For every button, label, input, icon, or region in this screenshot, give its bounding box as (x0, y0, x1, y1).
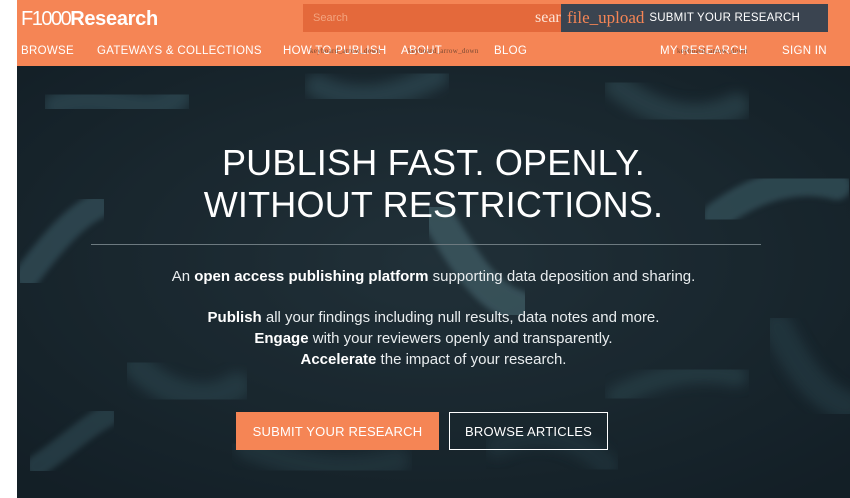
nav-browse[interactable]: BROWSE (21, 45, 74, 57)
file-upload-icon: file_upload (567, 8, 645, 27)
submit-research-header-button[interactable]: file_upload SUBMIT YOUR RESEARCH (561, 4, 828, 32)
logo-text-bold: Research (70, 8, 158, 30)
benefit-publish-bold: Publish (207, 309, 262, 326)
benefit-accelerate: Accelerate the impact of your research. (17, 349, 850, 370)
benefit-publish: Publish all your findings including null… (17, 307, 850, 328)
search-box: search (303, 4, 565, 32)
nav-blog[interactable]: BLOG (494, 45, 527, 57)
benefit-publish-text: all your findings including null results… (261, 309, 660, 326)
benefit-engage-text: with your reviewers openly and transpare… (308, 330, 613, 347)
tagline-suffix: supporting data deposition and sharing. (428, 268, 696, 285)
headline-line-1: PUBLISH FAST. OPENLY. (221, 142, 646, 183)
benefit-accelerate-bold: Accelerate (300, 351, 377, 368)
site-header: F1000Research search file_upload SUBMIT … (17, 0, 850, 66)
submit-research-header-label: SUBMIT YOUR RESEARCH (649, 12, 800, 24)
nav-about[interactable]: ABOUT (401, 45, 442, 57)
browse-articles-button[interactable]: BROWSE ARTICLES (449, 412, 608, 450)
hero-divider (91, 244, 761, 245)
hero-tagline: An open access publishing platform suppo… (17, 268, 850, 285)
search-input[interactable] (303, 4, 535, 32)
benefit-engage-bold: Engage (254, 330, 309, 347)
tagline-highlight: open access publishing platform (194, 268, 429, 285)
nav-how-to-publish[interactable]: HOW TO PUBLISH (283, 45, 386, 57)
nav-my-research[interactable]: MY RESEARCH (660, 45, 747, 57)
benefit-engage: Engage with your reviewers openly and tr… (17, 328, 850, 349)
tagline-prefix: An (171, 268, 195, 285)
benefit-accelerate-text: the impact of your research. (376, 351, 567, 368)
hero-section: PUBLISH FAST. OPENLY. WITHOUT RESTRICTIO… (17, 66, 850, 498)
main-nav: BROWSE GATEWAYS & COLLECTIONS HOW TO PUB… (17, 42, 850, 62)
hero-headline: PUBLISH FAST. OPENLY. WITHOUT RESTRICTIO… (17, 142, 850, 226)
headline-line-2: WITHOUT RESTRICTIONS. (203, 184, 664, 225)
submit-research-button[interactable]: SUBMIT YOUR RESEARCH (236, 412, 439, 450)
nav-gateways-collections[interactable]: GATEWAYS & COLLECTIONS (97, 45, 262, 57)
nav-sign-in[interactable]: SIGN IN (782, 45, 827, 57)
hero-benefits: Publish all your findings including null… (17, 307, 850, 370)
f1000research-logo[interactable]: F1000 Research (21, 8, 158, 34)
logo-text-light: F1000 (21, 8, 72, 30)
